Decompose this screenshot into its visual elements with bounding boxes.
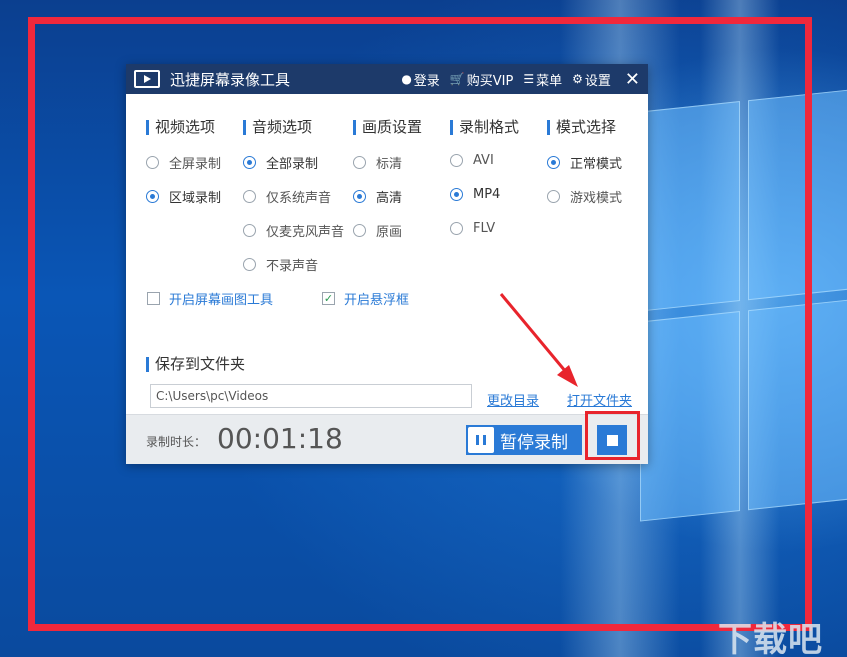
- annotation-arrow-icon: [499, 293, 578, 387]
- watermark-logo: 下载吧: [718, 620, 823, 657]
